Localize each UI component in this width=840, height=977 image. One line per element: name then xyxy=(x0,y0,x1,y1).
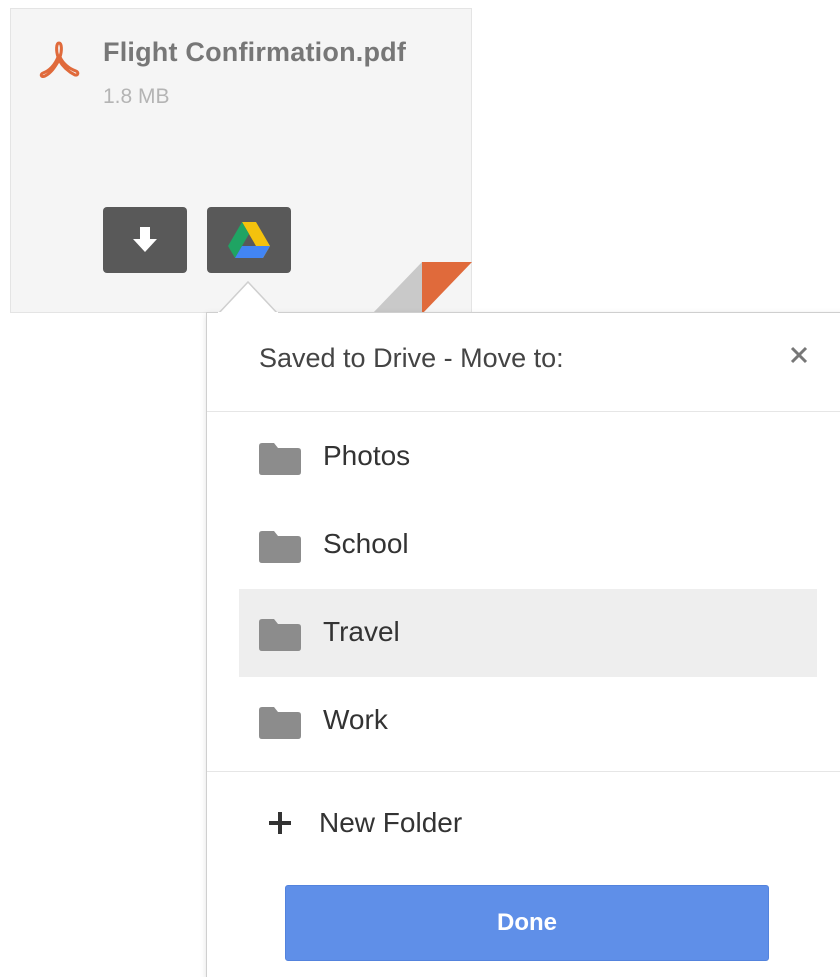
save-to-drive-button[interactable] xyxy=(207,207,291,273)
move-to-popup: Saved to Drive - Move to: Photos School xyxy=(206,312,840,977)
new-folder-label: New Folder xyxy=(319,807,463,838)
folder-item-school[interactable]: School xyxy=(239,501,817,589)
folder-label: Work xyxy=(323,704,388,735)
download-icon xyxy=(133,227,157,252)
folder-list: Photos School Travel Work xyxy=(239,413,817,765)
folder-icon xyxy=(259,707,301,739)
folder-item-travel[interactable]: Travel xyxy=(239,589,817,677)
divider xyxy=(207,411,840,412)
close-icon xyxy=(790,346,808,364)
download-button[interactable] xyxy=(103,207,187,273)
popup-arrow xyxy=(218,280,278,314)
google-drive-icon xyxy=(228,222,270,258)
close-button[interactable] xyxy=(781,337,817,373)
plus-icon xyxy=(269,812,291,834)
done-label: Done xyxy=(497,909,557,936)
folder-label: School xyxy=(323,528,409,559)
folder-icon xyxy=(259,619,301,651)
file-size: 1.8 MB xyxy=(103,85,170,108)
folder-label: Travel xyxy=(323,616,400,647)
folder-icon xyxy=(259,443,301,475)
folder-item-photos[interactable]: Photos xyxy=(239,413,817,501)
divider xyxy=(207,771,840,772)
folder-label: Photos xyxy=(323,440,411,471)
folder-item-work[interactable]: Work xyxy=(239,677,817,765)
folder-icon xyxy=(259,531,301,563)
popup-title: Saved to Drive - Move to: xyxy=(259,343,564,373)
new-folder-button[interactable]: New Folder xyxy=(269,801,462,845)
corner-fold xyxy=(372,262,472,314)
done-button[interactable]: Done xyxy=(285,885,769,961)
pdf-icon xyxy=(39,41,80,79)
stage: Flight Confirmation.pdf 1.8 MB Saved to … xyxy=(0,0,840,977)
file-name: Flight Confirmation.pdf xyxy=(103,37,407,67)
